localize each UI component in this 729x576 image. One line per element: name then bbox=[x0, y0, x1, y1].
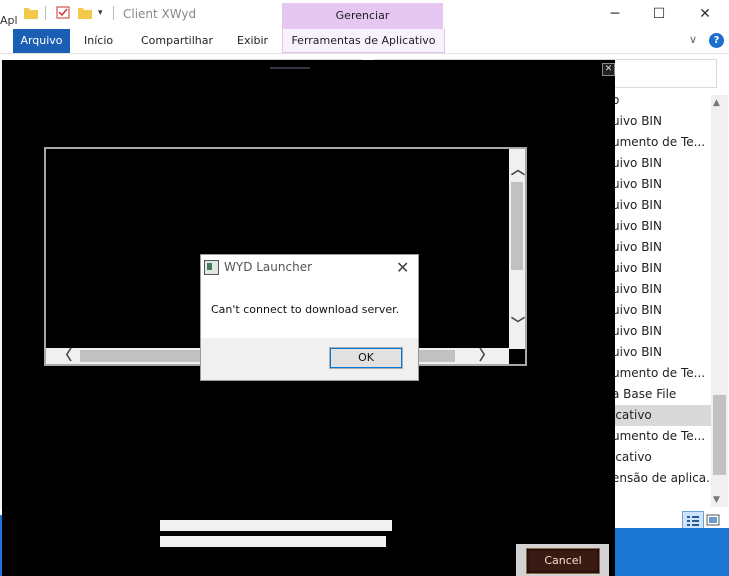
contextual-group-label: Gerenciar bbox=[335, 9, 390, 22]
file-list-item[interactable]: icativo bbox=[612, 447, 712, 468]
total-progress-bar bbox=[160, 536, 386, 547]
help-icon[interactable]: ? bbox=[709, 33, 724, 48]
large-icons-view-icon[interactable] bbox=[705, 512, 721, 528]
properties-icon[interactable] bbox=[56, 6, 70, 19]
tab-inicio[interactable]: Início bbox=[84, 29, 113, 53]
qat-divider bbox=[113, 6, 114, 20]
ok-button[interactable]: OK bbox=[329, 347, 403, 369]
log-vertical-scroll-thumb[interactable] bbox=[511, 182, 523, 270]
close-button[interactable]: ✕ bbox=[690, 4, 720, 24]
dialog-title: WYD Launcher bbox=[224, 260, 313, 274]
desktop-background bbox=[612, 528, 729, 576]
file-list-item[interactable]: uivo BIN bbox=[612, 237, 712, 258]
app-icon-detail bbox=[207, 263, 212, 270]
download-progress-bar bbox=[160, 520, 392, 531]
scroll-up-arrow-icon[interactable]: ▲ bbox=[713, 98, 720, 108]
file-list-item[interactable]: uivo BIN bbox=[612, 216, 712, 237]
ribbon-tab-bar: Arquivo Início Compartilhar Exibir Ferra… bbox=[0, 29, 729, 54]
launcher-close-icon[interactable]: ✕ bbox=[602, 63, 615, 76]
file-list-item[interactable]: uivo BIN bbox=[612, 258, 712, 279]
minimize-button[interactable]: ─ bbox=[600, 4, 630, 24]
window-title: Client XWyd bbox=[123, 7, 197, 21]
scroll-down-icon[interactable]: ﹀ bbox=[511, 318, 525, 332]
partial-label: Apl bbox=[0, 14, 18, 27]
file-list-item[interactable]: umento de Te... bbox=[612, 426, 712, 447]
file-list-item[interactable]: uivo BIN bbox=[612, 174, 712, 195]
ribbon-expand-chevron-icon[interactable]: ∨ bbox=[689, 33, 697, 46]
launcher-title-mark bbox=[270, 67, 310, 69]
folder-icon[interactable] bbox=[24, 6, 38, 19]
cancel-button[interactable]: Cancel bbox=[526, 548, 600, 574]
file-list-item[interactable]: ensão de aplica... bbox=[612, 468, 712, 489]
file-list-item[interactable]: umento de Te... bbox=[612, 363, 712, 384]
scroll-up-icon[interactable]: ︿ bbox=[511, 163, 525, 177]
tab-ferramentas-de-aplicativo[interactable]: Ferramentas de Aplicativo bbox=[282, 29, 445, 53]
file-list-item[interactable]: uivo BIN bbox=[612, 300, 712, 321]
file-list-item[interactable]: uivo BIN bbox=[612, 153, 712, 174]
scroll-left-icon[interactable]: 〈 bbox=[58, 349, 72, 363]
file-list-item[interactable]: uivo BIN bbox=[612, 195, 712, 216]
file-list-item[interactable]: o bbox=[612, 97, 712, 111]
file-list-item[interactable]: icativo bbox=[612, 405, 712, 426]
file-list: o uivo BIN umento de Te... uivo BIN uivo BIN… bbox=[612, 97, 712, 507]
file-list-item[interactable]: a Base File bbox=[612, 384, 712, 405]
file-list-item[interactable]: uivo BIN bbox=[612, 321, 712, 342]
file-list-item[interactable]: umento de Te... bbox=[612, 132, 712, 153]
scroll-down-arrow-icon[interactable]: ▼ bbox=[713, 495, 720, 505]
new-folder-icon[interactable] bbox=[78, 6, 92, 19]
dialog-message: Can't connect to download server. bbox=[211, 303, 400, 316]
tab-exibir[interactable]: Exibir bbox=[237, 29, 268, 53]
file-list-item[interactable]: uivo BIN bbox=[612, 111, 712, 132]
qat-divider bbox=[45, 6, 46, 20]
file-list-item[interactable]: uivo BIN bbox=[612, 279, 712, 300]
maximize-button[interactable]: ☐ bbox=[644, 4, 674, 24]
file-list-scroll-thumb[interactable] bbox=[713, 395, 726, 475]
scroll-right-icon[interactable]: 〉 bbox=[479, 349, 493, 363]
dialog-close-icon[interactable]: ✕ bbox=[396, 258, 409, 277]
file-list-item[interactable]: uivo BIN bbox=[612, 342, 712, 363]
qat-dropdown-icon[interactable]: ▾ bbox=[98, 8, 103, 18]
tab-compartilhar[interactable]: Compartilhar bbox=[141, 29, 213, 53]
tab-arquivo[interactable]: Arquivo bbox=[13, 29, 70, 53]
